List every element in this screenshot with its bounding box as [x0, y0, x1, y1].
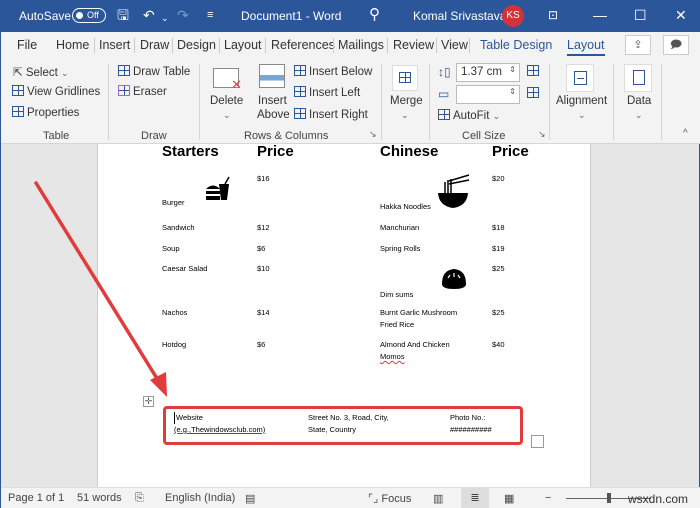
- zoom-out-button[interactable]: −: [545, 492, 551, 504]
- arrow-shaft: [34, 181, 163, 387]
- arrow-head: [150, 372, 167, 397]
- footer-website-line2[interactable]: (e.g.,Thewindowsclub.com): [174, 424, 265, 436]
- table-move-handle[interactable]: ✛: [143, 396, 154, 407]
- zoom-slider-thumb[interactable]: [606, 493, 611, 503]
- focus-button[interactable]: ⌜⌟ Focus: [368, 492, 411, 505]
- focus-label: Focus: [381, 493, 412, 505]
- accessibility-icon[interactable]: ▤: [245, 492, 255, 505]
- word-window: AutoSave Off 🖫 ↶ ⌄ ↷ ≡ Document1 - Word …: [0, 0, 700, 508]
- footer-address-line2[interactable]: State, Country: [308, 424, 356, 436]
- read-mode-icon[interactable]: ▥: [433, 492, 443, 505]
- table-resize-handle[interactable]: [531, 435, 544, 448]
- status-bar: Page 1 of 1 51 words ⎘ English (India) ▤…: [1, 487, 700, 508]
- word-count[interactable]: 51 words: [77, 492, 122, 504]
- watermark: wsxdn.com: [628, 492, 689, 506]
- web-layout-icon[interactable]: ▦: [504, 492, 514, 505]
- language[interactable]: English (India): [165, 492, 235, 504]
- page-count[interactable]: Page 1 of 1: [8, 492, 64, 504]
- print-layout-icon[interactable]: ≣: [461, 488, 489, 508]
- footer-photo-line1[interactable]: Photo No.:: [450, 412, 485, 424]
- footer-photo-line2[interactable]: ##########: [450, 424, 492, 436]
- footer-website-line1[interactable]: Website: [174, 412, 203, 424]
- focus-icon: ⌜⌟: [368, 493, 382, 505]
- proofing-icon[interactable]: ⎘: [135, 492, 144, 505]
- footer-address-line1[interactable]: Street No. 3, Road, City,: [308, 412, 389, 424]
